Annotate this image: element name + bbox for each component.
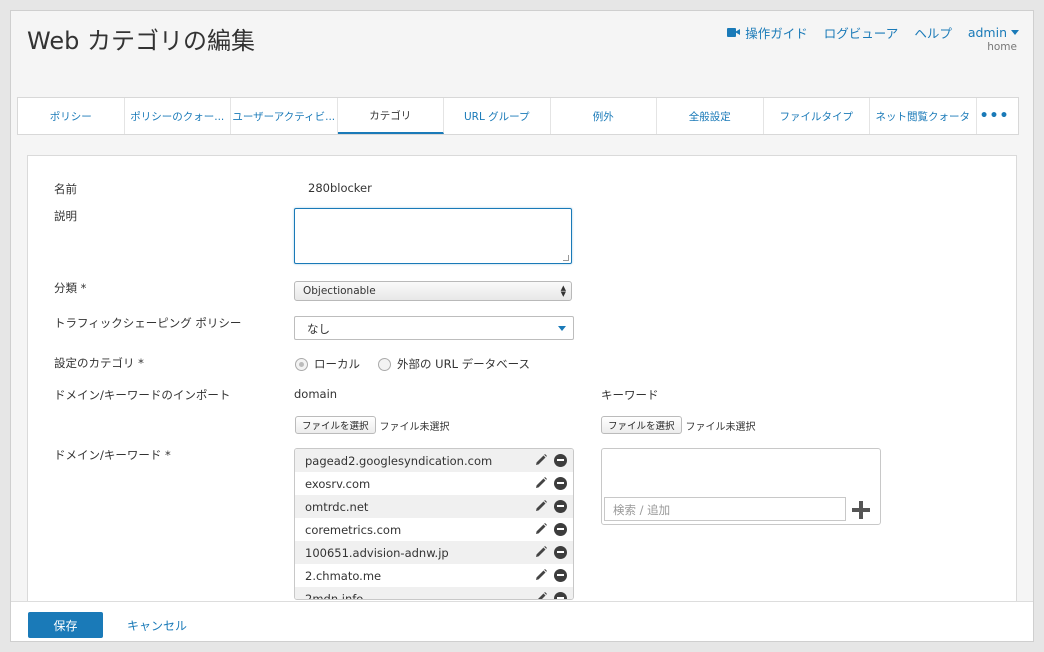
app-window: Web カテゴリの編集 操作ガイド ログビューア ヘルプ admin home … [10,10,1034,642]
domain-heading: domain [294,387,338,401]
keyword-heading: キーワード [601,388,659,402]
pencil-icon[interactable] [534,453,548,467]
traffic-shaping-label: トラフィックシェーピング ポリシー [54,316,242,330]
classification-select[interactable]: Objectionable ▲ ▼ [294,281,572,301]
log-viewer-link[interactable]: ログビューア [824,23,899,42]
domain-file-button[interactable]: ファイルを選択 [295,416,376,434]
video-camera-icon [727,28,741,37]
domain-list[interactable]: pagead2.googlesyndication.com exosrv.com… [294,448,574,600]
radio-button-checked[interactable] [295,357,308,371]
tab-browsing-quota[interactable]: ネット閲覧クォータ [870,98,977,134]
domain-text: omtrdc.net [305,499,369,514]
chevron-down-icon [558,326,566,331]
keyword-file-button[interactable]: ファイルを選択 [601,416,682,434]
domain-file-status: ファイル未選択 [379,421,450,433]
page-title: Web カテゴリの編集 [27,27,255,55]
resize-handle-icon[interactable] [563,255,569,261]
remove-icon[interactable] [554,591,567,599]
tab-url-group[interactable]: URL グループ [444,98,551,134]
tab-exceptions[interactable]: 例外 [551,98,657,134]
domain-text: exosrv.com [305,476,371,491]
tab-file-types[interactable]: ファイルタイプ [764,98,870,134]
top-links: 操作ガイド ログビューア ヘルプ admin [727,23,1019,42]
list-item: 2mdn.info [295,587,573,600]
tab-policy[interactable]: ポリシー [18,98,125,134]
domain-text: 2mdn.info [305,591,364,600]
tab-policy-quota[interactable]: ポリシーのクォー... [125,98,231,134]
help-link[interactable]: ヘルプ [914,23,952,42]
page-header: Web カテゴリの編集 操作ガイド ログビューア ヘルプ admin home [11,11,1033,91]
radio-button[interactable] [378,357,391,371]
chevron-down-icon [1011,30,1019,35]
list-item: coremetrics.com [295,518,573,541]
category-setting-label: 設定のカテゴリ * [54,356,144,370]
pencil-icon[interactable] [534,499,548,513]
radio-local-label: ローカル [314,357,360,371]
tab-bar: ポリシー ポリシーのクォー... ユーザーアクティビ... カテゴリ URL グ… [17,97,1019,135]
domain-file-picker: ファイルを選択 ファイル未選択 [295,416,450,434]
save-button[interactable]: 保存 [28,612,103,638]
radio-external-label: 外部の URL データベース [397,357,531,371]
pencil-icon[interactable] [534,591,548,600]
updown-arrows-icon: ▲ ▼ [560,284,566,298]
user-menu[interactable]: admin [968,25,1019,40]
remove-icon[interactable] [554,522,567,536]
traffic-shaping-value: なし [307,322,330,336]
pencil-icon[interactable] [534,476,548,490]
tab-general-settings[interactable]: 全般設定 [657,98,764,134]
more-tabs-button[interactable]: ••• [977,98,1013,134]
keyword-search-input[interactable]: 検索 / 追加 [604,497,846,521]
classification-value: Objectionable [303,285,376,297]
description-label: 説明 [54,209,77,223]
domain-text: coremetrics.com [305,522,402,537]
classification-label: 分類 * [54,281,87,295]
import-label: ドメイン/キーワードのインポート [54,388,231,402]
list-item: pagead2.googlesyndication.com [295,449,573,472]
cancel-link[interactable]: キャンセル [127,617,187,634]
keyword-file-status: ファイル未選択 [685,421,756,433]
list-item: 100651.advision-adnw.jp [295,541,573,564]
tab-user-activity[interactable]: ユーザーアクティビ... [231,98,338,134]
user-label: admin [967,25,1007,40]
edit-form-panel: 名前 280blocker 説明 分類 * Objectionable ▲ ▼ ト… [27,155,1017,615]
remove-icon[interactable] [554,476,567,490]
keyword-placeholder: 検索 / 追加 [613,503,671,517]
radio-external[interactable]: 外部の URL データベース [378,356,530,372]
remove-icon[interactable] [554,499,567,513]
name-label: 名前 [54,182,77,196]
list-item: 2.chmato.me [295,564,573,587]
list-item: exosrv.com [295,472,573,495]
form-footer: 保存 キャンセル [11,601,1033,641]
domain-keyword-label: ドメイン/キーワード * [54,448,171,462]
list-item: omtrdc.net [295,495,573,518]
remove-icon[interactable] [554,568,567,582]
pencil-icon[interactable] [534,545,548,559]
domain-text: pagead2.googlesyndication.com [305,453,493,468]
description-textarea[interactable] [294,208,572,264]
domain-text: 100651.advision-adnw.jp [305,545,449,560]
pencil-icon[interactable] [534,568,548,582]
traffic-shaping-select[interactable]: なし [294,316,574,340]
domain-text: 2.chmato.me [305,568,382,583]
guide-label: 操作ガイド [745,26,808,41]
pencil-icon[interactable] [534,522,548,536]
radio-local[interactable]: ローカル [295,356,360,372]
keyword-box: 検索 / 追加 [601,448,881,525]
home-label: home [987,41,1017,53]
remove-icon[interactable] [554,545,567,559]
keyword-file-picker: ファイルを選択 ファイル未選択 [601,416,756,434]
name-value: 280blocker [308,181,372,195]
remove-icon[interactable] [554,453,567,467]
plus-icon[interactable] [852,501,870,519]
guide-link[interactable]: 操作ガイド [727,23,808,42]
tab-category[interactable]: カテゴリ [337,98,444,134]
